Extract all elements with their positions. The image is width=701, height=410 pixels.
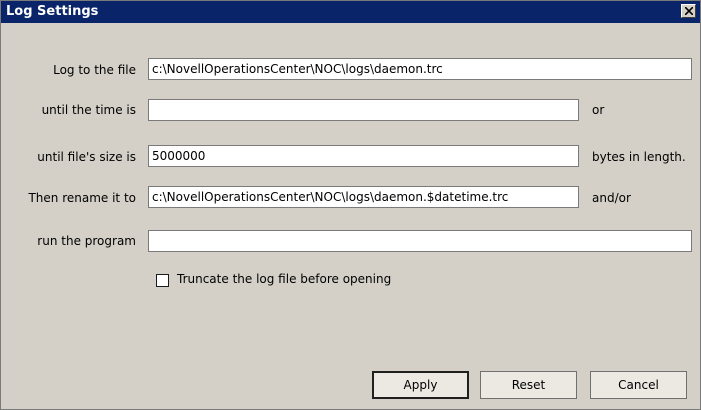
log-file-label: Log to the file — [53, 63, 136, 77]
until-time-input[interactable] — [148, 99, 579, 121]
until-size-label: until file's size is — [37, 150, 136, 164]
log-file-input[interactable] — [148, 58, 692, 80]
truncate-checkbox[interactable] — [156, 274, 169, 287]
rename-label: Then rename it to — [28, 191, 136, 205]
rename-input[interactable] — [148, 186, 579, 208]
until-time-label: until the time is — [41, 103, 136, 117]
cancel-button[interactable]: Cancel — [590, 371, 687, 399]
title-bar[interactable]: Log Settings — [1, 1, 700, 23]
apply-button[interactable]: Apply — [372, 371, 469, 399]
window-title: Log Settings — [6, 4, 99, 19]
run-program-input[interactable] — [148, 230, 692, 252]
until-time-suffix: or — [592, 103, 605, 117]
close-icon — [685, 7, 693, 15]
rename-suffix: and/or — [592, 191, 631, 205]
until-size-suffix: bytes in length. — [592, 150, 686, 164]
truncate-checkbox-label[interactable]: Truncate the log file before opening — [177, 272, 391, 286]
close-button[interactable] — [681, 4, 696, 18]
until-size-input[interactable] — [148, 145, 579, 167]
log-settings-dialog: Log Settings Log to the file until the t… — [0, 0, 701, 410]
run-program-label: run the program — [37, 234, 136, 248]
reset-button[interactable]: Reset — [480, 371, 577, 399]
